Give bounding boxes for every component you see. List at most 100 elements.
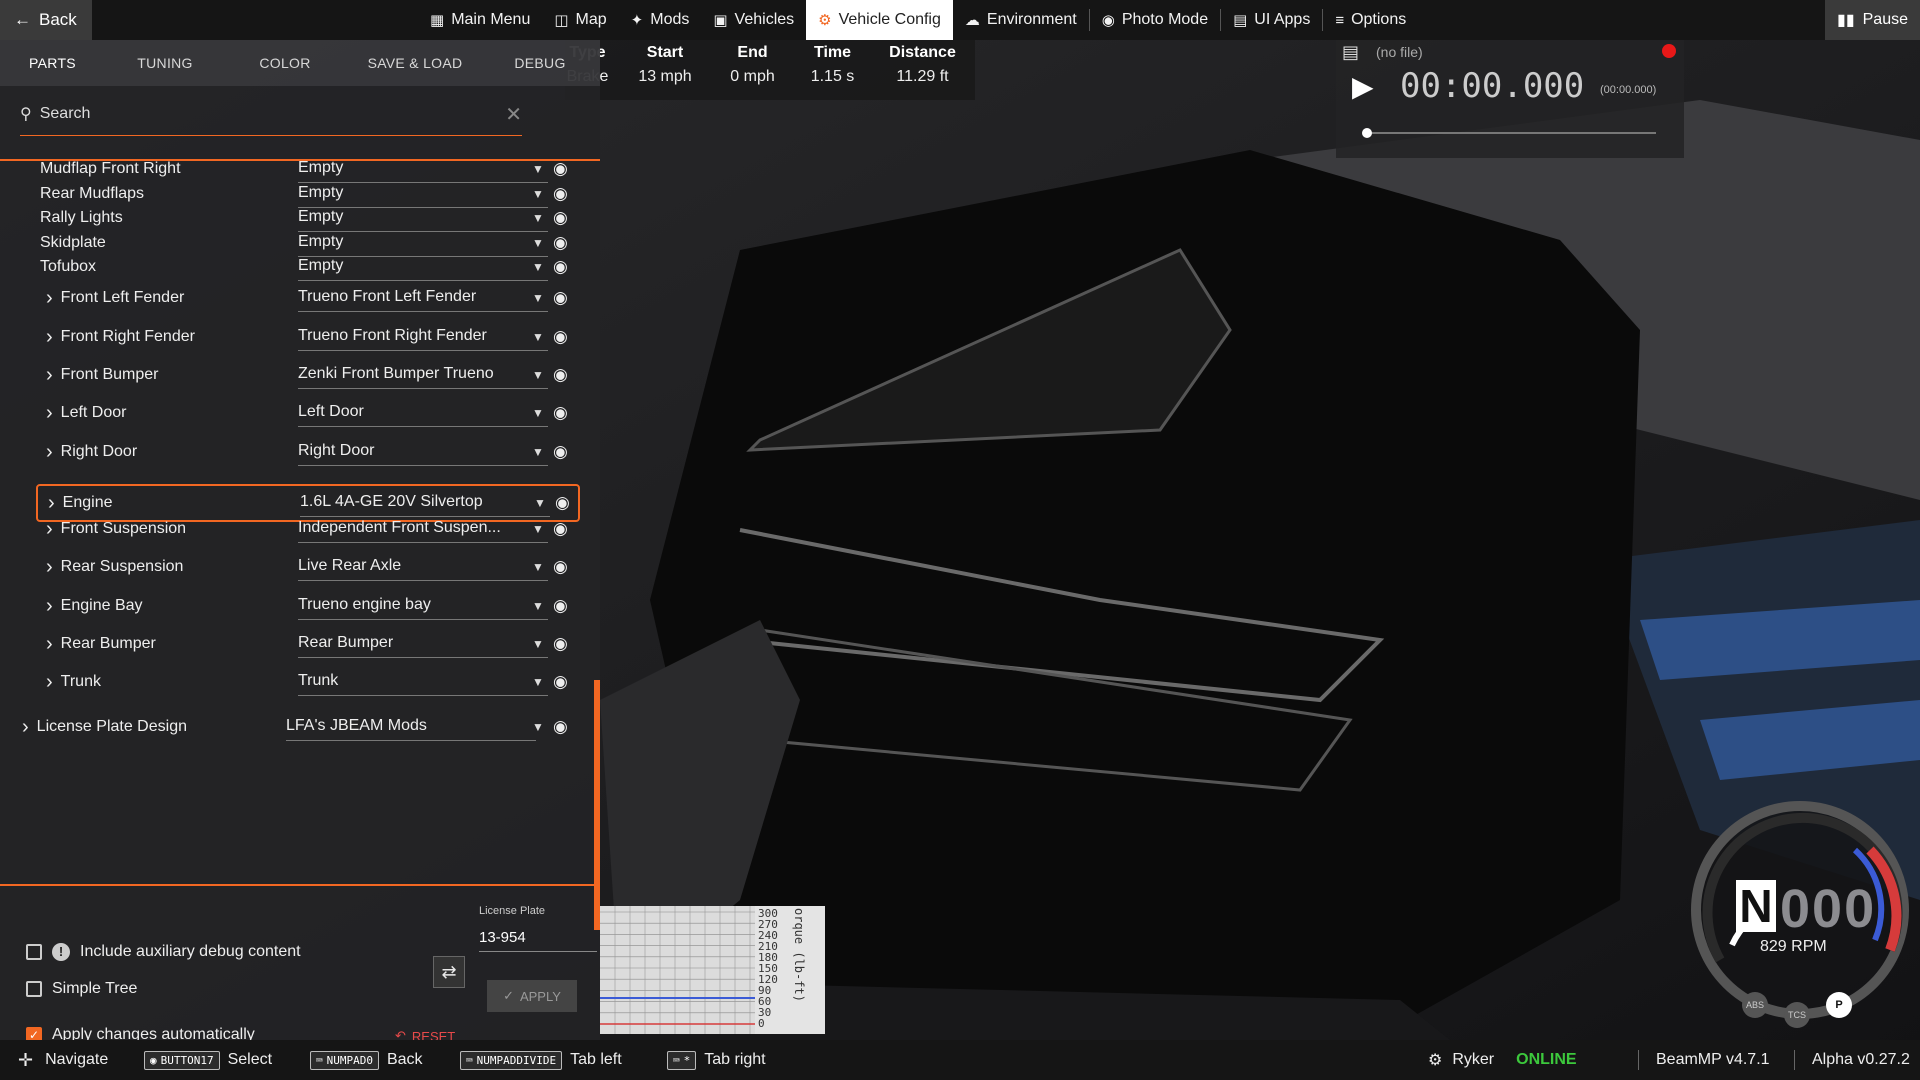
chevron-down-icon[interactable]: ▼: [532, 162, 544, 176]
chevron-down-icon[interactable]: ▼: [532, 522, 544, 536]
chevron-right-icon[interactable]: ›: [46, 326, 53, 349]
chevron-right-icon[interactable]: ›: [46, 364, 53, 387]
chevron-right-icon[interactable]: ›: [46, 671, 53, 694]
part-select[interactable]: 1.6L 4A-GE 20V Silvertop: [300, 489, 550, 517]
eye-icon[interactable]: ◉: [555, 493, 570, 513]
chevron-down-icon[interactable]: ▼: [532, 260, 544, 274]
close-icon[interactable]: ✕: [505, 102, 522, 127]
search-input[interactable]: ⚲ Search ✕: [20, 92, 522, 136]
info-value: 0 mph: [730, 68, 775, 85]
eye-icon[interactable]: ◉: [553, 257, 568, 277]
part-select[interactable]: Rear Bumper: [298, 630, 548, 658]
part-select[interactable]: Right Door: [298, 438, 548, 466]
chevron-down-icon[interactable]: ▼: [532, 445, 544, 459]
chevron-down-icon[interactable]: ▼: [532, 599, 544, 613]
nav-ui-apps[interactable]: ▤ UI Apps: [1221, 0, 1322, 40]
part-select[interactable]: Trueno engine bay: [298, 592, 548, 620]
username: Ryker: [1452, 1051, 1495, 1068]
nav-main-menu[interactable]: ▦ Main Menu: [418, 0, 542, 40]
chevron-right-icon[interactable]: ›: [22, 716, 29, 739]
replay-scrubber[interactable]: [1362, 128, 1656, 138]
nav-environment[interactable]: ☁ Environment: [953, 0, 1089, 40]
nav-vehicles[interactable]: ▣ Vehicles: [701, 0, 806, 40]
chevron-right-icon[interactable]: ›: [46, 595, 53, 618]
scrollbar[interactable]: [594, 680, 600, 930]
eye-icon[interactable]: ◉: [553, 208, 568, 228]
part-select[interactable]: Empty: [298, 253, 548, 281]
chevron-down-icon[interactable]: ▼: [532, 236, 544, 250]
chevron-down-icon[interactable]: ▼: [532, 720, 544, 734]
eye-icon[interactable]: ◉: [553, 161, 568, 179]
folder-icon[interactable]: ▤: [1342, 42, 1359, 63]
eye-icon[interactable]: ◉: [553, 403, 568, 423]
chevron-down-icon[interactable]: ▼: [532, 330, 544, 344]
nav-mods[interactable]: ✦ Mods: [619, 0, 702, 40]
nav-map[interactable]: ◫ Map: [542, 0, 618, 40]
eye-icon[interactable]: ◉: [553, 634, 568, 654]
license-input[interactable]: 13-954: [479, 926, 597, 952]
chevron-down-icon[interactable]: ▼: [532, 187, 544, 201]
chevron-down-icon[interactable]: ▼: [532, 211, 544, 225]
checkbox[interactable]: [26, 981, 42, 997]
chevron-down-icon[interactable]: ▼: [532, 406, 544, 420]
nav-options[interactable]: ≡ Options: [1323, 0, 1418, 40]
part-select[interactable]: Left Door: [298, 399, 548, 427]
chevron-down-icon[interactable]: ▼: [532, 675, 544, 689]
eye-icon[interactable]: ◉: [553, 288, 568, 308]
nav-label: Environment: [986, 11, 1077, 28]
chevron-right-icon[interactable]: ›: [46, 556, 53, 579]
tab-color[interactable]: COLOR: [225, 55, 345, 71]
play-icon[interactable]: ▶: [1352, 70, 1374, 103]
part-select[interactable]: Trueno Front Left Fender: [298, 284, 548, 312]
part-label: Front Bumper: [60, 366, 159, 383]
eye-icon[interactable]: ◉: [553, 519, 568, 539]
checkbox[interactable]: [26, 944, 42, 960]
eye-icon[interactable]: ◉: [553, 557, 568, 577]
option-aux-debug[interactable]: ! Include auxiliary debug content: [26, 943, 301, 961]
eye-icon[interactable]: ◉: [553, 596, 568, 616]
chevron-right-icon[interactable]: ›: [46, 633, 53, 656]
eye-icon[interactable]: ◉: [553, 442, 568, 462]
eye-icon[interactable]: ◉: [553, 672, 568, 692]
key-text: NUMPADDIVIDE: [476, 1053, 557, 1067]
chevron-right-icon[interactable]: ›: [46, 441, 53, 464]
info-header: Start: [646, 44, 684, 61]
tab-tuning[interactable]: TUNING: [105, 55, 225, 71]
eye-icon[interactable]: ◉: [553, 717, 568, 737]
part-select[interactable]: Trunk: [298, 668, 548, 696]
chevron-down-icon[interactable]: ▼: [534, 496, 546, 510]
nav-photo-mode[interactable]: ◉ Photo Mode: [1090, 0, 1220, 40]
scrubber-handle[interactable]: [1362, 128, 1372, 138]
chevron-right-icon[interactable]: ›: [46, 287, 53, 310]
part-select[interactable]: Trueno Front Right Fender: [298, 323, 548, 351]
part-select[interactable]: Zenki Front Bumper Trueno: [298, 361, 548, 389]
shuffle-icon[interactable]: ⇄: [433, 956, 465, 988]
apply-button[interactable]: ✓ APPLY: [487, 980, 577, 1012]
chevron-down-icon[interactable]: ▼: [532, 637, 544, 651]
part-select[interactable]: Empty: [298, 204, 548, 232]
part-select[interactable]: Live Rear Axle: [298, 553, 548, 581]
nav-vehicle-config[interactable]: ⚙ Vehicle Config: [806, 0, 953, 40]
back-button[interactable]: ← Back: [0, 0, 92, 40]
keyboard-icon: ⌨: [673, 1053, 680, 1067]
eye-icon[interactable]: ◉: [553, 233, 568, 253]
pause-button[interactable]: ▮▮ Pause: [1825, 0, 1920, 40]
part-select[interactable]: Independent Front Suspen...: [298, 515, 548, 543]
chevron-down-icon[interactable]: ▼: [532, 560, 544, 574]
tab-save-load[interactable]: SAVE & LOAD: [345, 55, 485, 71]
graph-axis-label: orque (lb-ft): [792, 908, 806, 1002]
eye-icon[interactable]: ◉: [553, 327, 568, 347]
record-icon[interactable]: [1662, 44, 1676, 58]
chevron-right-icon[interactable]: ›: [46, 518, 53, 541]
chevron-right-icon[interactable]: ›: [46, 402, 53, 425]
option-simple-tree[interactable]: Simple Tree: [26, 980, 137, 998]
key-badge: ⌨ NUMPAD0: [310, 1050, 379, 1070]
eye-icon[interactable]: ◉: [553, 184, 568, 204]
part-select[interactable]: LFA's JBEAM Mods: [286, 713, 536, 741]
chevron-right-icon[interactable]: ›: [48, 492, 55, 515]
chevron-down-icon[interactable]: ▼: [532, 368, 544, 382]
eye-icon[interactable]: ◉: [553, 365, 568, 385]
tab-parts[interactable]: PARTS: [0, 55, 105, 71]
chevron-down-icon[interactable]: ▼: [532, 291, 544, 305]
tab-debug[interactable]: DEBUG: [485, 55, 595, 71]
